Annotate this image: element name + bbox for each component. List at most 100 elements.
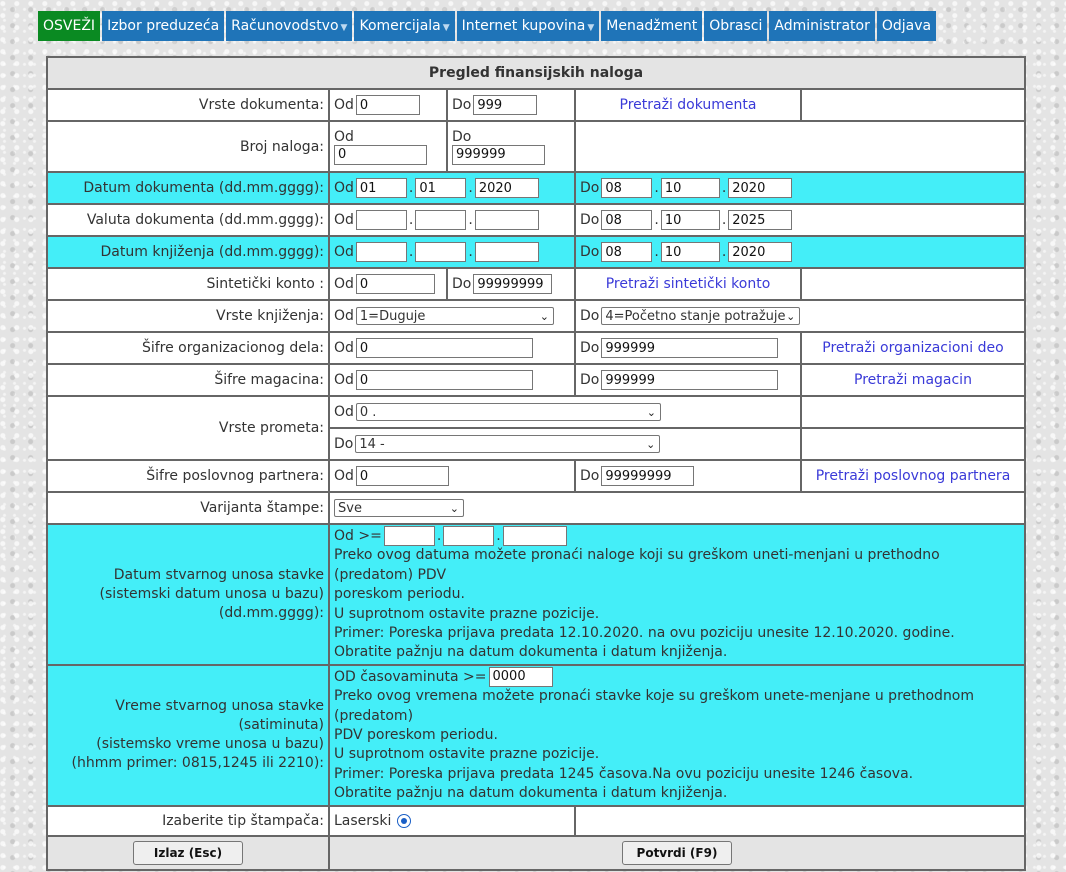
empty-cell	[800, 395, 1026, 429]
cell-do: Do	[574, 331, 802, 365]
date-separator: .	[408, 180, 414, 196]
nav-odjava[interactable]: Odjava	[876, 11, 937, 41]
vrste-knjizenja-do-select[interactable]: 4=Početno stanje potražuje ⌄	[601, 307, 801, 325]
date-separator: .	[654, 244, 659, 260]
select-value: 1=Duguje	[359, 309, 426, 324]
row-datum-knjizenja: Datum knjiženja (dd.mm.gggg): Od.. Do..	[46, 235, 1026, 269]
nav-label: Internet kupovina	[461, 18, 586, 34]
date-separator: .	[721, 180, 727, 196]
od-label: Od	[334, 468, 354, 484]
nav-internet-kupovina[interactable]: Internet kupovina ▼	[456, 11, 600, 41]
pretrazi-magacin-link[interactable]: Pretraži magacin	[800, 363, 1026, 397]
od-label: Od	[334, 212, 354, 228]
datum-dokumenta-od-year[interactable]	[474, 178, 539, 198]
valuta-do-year[interactable]	[728, 210, 793, 230]
help-text: Obratite pažnju na datum dokumenta i dat…	[334, 644, 728, 661]
label-broj-naloga: Broj naloga:	[46, 120, 330, 173]
datum-dokumenta-od-month[interactable]	[415, 178, 467, 198]
select-value: Sve	[338, 501, 362, 516]
knjizenje-do-day[interactable]	[601, 242, 653, 262]
magacin-od-input[interactable]	[355, 370, 533, 390]
datum-unosa-year[interactable]	[502, 526, 567, 546]
partner-od-input[interactable]	[355, 466, 449, 486]
datum-unosa-month[interactable]	[443, 526, 495, 546]
magacin-do-input[interactable]	[601, 370, 779, 390]
caret-down-icon: ▼	[442, 23, 450, 33]
label-vrste-prometa: Vrste prometa:	[46, 395, 330, 461]
datum-unosa-day[interactable]	[383, 526, 435, 546]
od-label: Od	[334, 97, 354, 113]
do-label: Do	[580, 340, 600, 356]
help-text: U suprotnom ostavite prazne pozicije.	[334, 746, 600, 763]
help-text: poreskom periodu.	[334, 586, 465, 603]
valuta-od-day[interactable]	[355, 210, 407, 230]
caret-down-icon: ▼	[587, 23, 595, 33]
empty-cell	[800, 88, 1026, 122]
nav-komercijala[interactable]: Komercijala ▼	[354, 11, 455, 41]
row-stampac: Izaberite tip štampača: Laserski	[46, 804, 1026, 837]
nav-obrasci[interactable]: Obrasci	[704, 11, 768, 41]
do-label: Do	[334, 436, 354, 452]
broj-naloga-do-input[interactable]	[452, 144, 545, 165]
nav-izbor-preduzeca[interactable]: Izbor preduzeća	[102, 11, 225, 41]
org-do-input[interactable]	[601, 338, 779, 358]
chevron-down-icon: ⌄	[646, 438, 656, 451]
nav-menadzment[interactable]: Menadžment	[601, 11, 703, 41]
potvrdi-button[interactable]: Potvrdi (F9)	[622, 840, 732, 865]
label-line: (sistemsko vreme unosa u bazu)	[96, 736, 324, 753]
vreme-unosa-input[interactable]	[488, 666, 553, 687]
nav-administrator[interactable]: Administrator	[769, 11, 875, 41]
date-separator: .	[654, 180, 659, 196]
knjizenje-od-day[interactable]	[355, 242, 407, 262]
date-separator: .	[721, 244, 727, 260]
valuta-do-day[interactable]	[601, 210, 653, 230]
label-varijanta-stampe: Varijanta štampe:	[46, 491, 330, 525]
cell-do: Do	[446, 267, 576, 301]
valuta-do-month[interactable]	[660, 210, 720, 230]
vrste-prometa-od-select[interactable]: 0 . ⌄	[355, 403, 661, 421]
nav-osvezi[interactable]: OSVEŽI	[38, 11, 101, 41]
help-text: U suprotnom ostavite prazne pozicije.	[334, 605, 600, 622]
row-sinteticki-konto: Sintetički konto : Od Do Pretraži sintet…	[46, 267, 1026, 301]
vrste-dokumenta-od-input[interactable]	[355, 95, 420, 115]
knjizenje-od-month[interactable]	[415, 242, 467, 262]
partner-do-input[interactable]	[601, 466, 695, 486]
valuta-od-month[interactable]	[415, 210, 467, 230]
chevron-down-icon: ⌄	[786, 310, 796, 323]
konto-od-input[interactable]	[355, 274, 435, 294]
datum-dokumenta-do-year[interactable]	[728, 178, 793, 198]
cell-od-date: Od..	[328, 203, 576, 237]
broj-naloga-od-input[interactable]	[334, 144, 427, 165]
datum-dokumenta-do-month[interactable]	[660, 178, 720, 198]
vrste-prometa-do-select[interactable]: 14 - ⌄	[355, 435, 661, 453]
org-od-input[interactable]	[355, 338, 533, 358]
date-separator: .	[496, 528, 501, 544]
nav-label: Administrator	[774, 18, 870, 34]
laserski-radio[interactable]	[397, 813, 412, 828]
label-sifre-org: Šifre organizacionog dela:	[46, 331, 330, 365]
izlaz-button[interactable]: Izlaz (Esc)	[133, 840, 243, 865]
chevron-down-icon: ⌄	[646, 406, 656, 419]
vrste-knjizenja-od-select[interactable]: 1=Duguje ⌄	[355, 307, 554, 325]
label-line: (dd.mm.gggg):	[218, 604, 324, 621]
konto-do-input[interactable]	[473, 274, 553, 294]
nav-racunovodstvo[interactable]: Računovodstvo ▼	[226, 11, 353, 41]
nav-label: Izbor preduzeća	[107, 18, 220, 34]
knjizenje-od-year[interactable]	[474, 242, 539, 262]
cell-stampac: Laserski	[328, 804, 576, 837]
pretrazi-org-link[interactable]: Pretraži organizacioni deo	[800, 331, 1026, 365]
valuta-od-year[interactable]	[474, 210, 539, 230]
varijanta-stampe-select[interactable]: Sve ⌄	[334, 499, 464, 517]
pretrazi-dokumenta-link[interactable]: Pretraži dokumenta	[574, 88, 802, 122]
pretrazi-konto-link[interactable]: Pretraži sintetički konto	[574, 267, 802, 301]
datum-dokumenta-od-day[interactable]	[355, 178, 407, 198]
cell-vreme-unosa: OD časovaminuta >= Preko ovog vremena mo…	[328, 663, 1026, 807]
pretrazi-partnera-link[interactable]: Pretraži poslovnog partnera	[800, 459, 1026, 493]
chevron-down-icon: ⌄	[449, 502, 459, 515]
knjizenje-do-month[interactable]	[660, 242, 720, 262]
vrste-dokumenta-do-input[interactable]	[473, 95, 538, 115]
datum-dokumenta-do-day[interactable]	[601, 178, 653, 198]
cell-od: Od	[328, 267, 448, 301]
knjizenje-do-year[interactable]	[728, 242, 793, 262]
date-separator: .	[408, 212, 414, 228]
